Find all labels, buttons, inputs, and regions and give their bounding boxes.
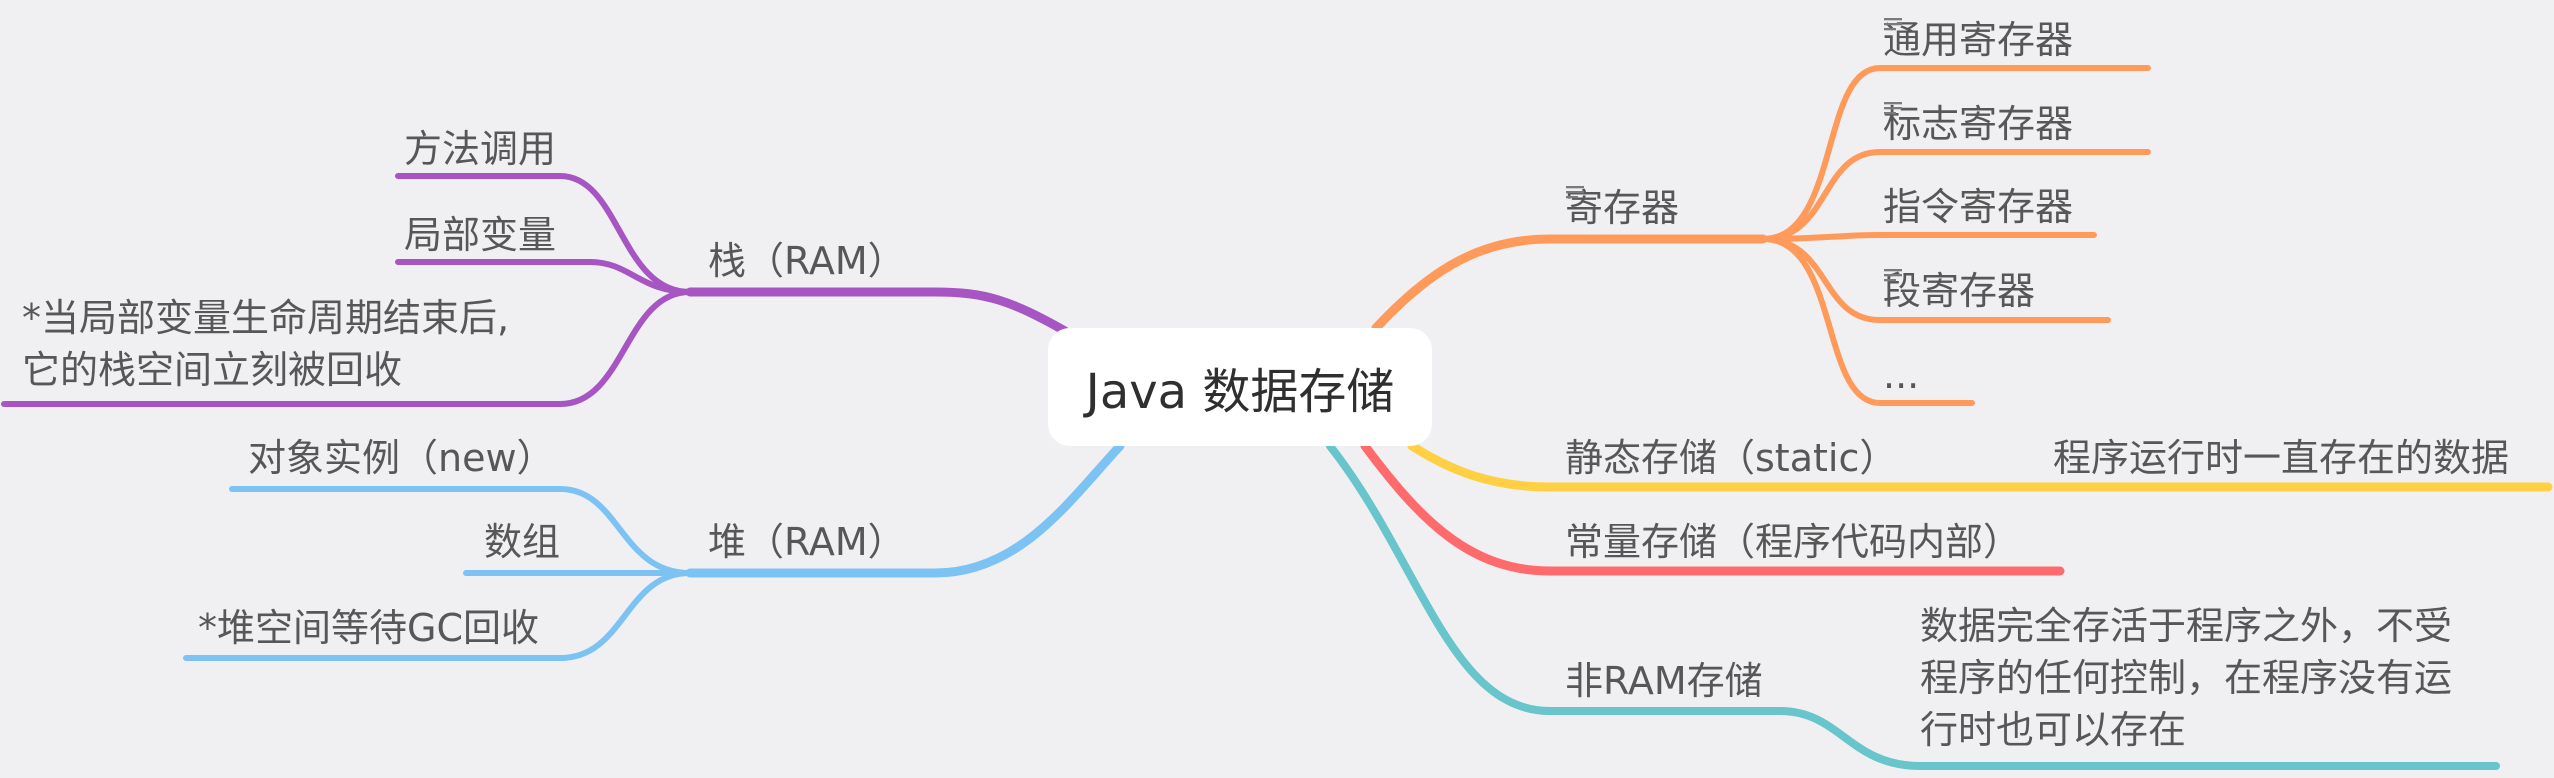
topic-constant-storage[interactable]: 常量存储（程序代码内部） — [1565, 517, 2021, 567]
subtopic-non-ram-description[interactable]: 数据完全存活于程序之外，不受程序的任何控制，在程序没有运行时也可以存在 — [1920, 600, 2480, 756]
subtopic-heap-gc-note[interactable]: *堆空间等待GC回收 — [198, 603, 539, 653]
mind-map-canvas: Java 数据存储 栈（RAM） 方法调用 局部变量 *当局部变量生命周期结束后… — [0, 0, 2554, 778]
subtopic-more[interactable]: ... — [1883, 350, 1919, 400]
register-child-line-3 — [1760, 232, 2097, 242]
subtopic-stack-reclaim-note[interactable]: *当局部变量生命周期结束后, 它的栈空间立刻被回收 — [22, 292, 562, 396]
subtopic-flag-register-label: 标志寄存器 — [1883, 102, 2074, 146]
heap-child-line-1 — [229, 486, 693, 576]
subtopic-method-call[interactable]: 方法调用 — [404, 124, 556, 174]
stack-child-line-2 — [395, 259, 693, 295]
subtopic-array[interactable]: 数组 — [484, 517, 560, 567]
subtopic-static-lifetime[interactable]: 程序运行时一直存在的数据 — [2053, 433, 2509, 483]
topic-heap[interactable]: 堆（RAM） — [708, 517, 906, 567]
subtopic-segment-register-label: 段寄存器 — [1883, 269, 2036, 313]
subtopic-local-variables[interactable]: 局部变量 — [404, 210, 556, 260]
register-main-line — [1371, 234, 1768, 333]
topic-non-ram-storage[interactable]: 非RAM存储 — [1565, 656, 1763, 706]
subtopic-general-register[interactable]: 通用寄存器 — [1883, 15, 2087, 65]
subtopic-object-instance[interactable]: 对象实例（new） — [248, 433, 555, 483]
subtopic-flag-register[interactable]: 标志寄存器 — [1883, 99, 2087, 149]
topic-register[interactable]: 寄存器 — [1565, 183, 1693, 233]
stack-main-line — [685, 287, 1070, 336]
central-topic[interactable]: Java 数据存储 — [1048, 328, 1432, 446]
topic-stack[interactable]: 栈（RAM） — [708, 236, 906, 286]
subtopic-instruction-register[interactable]: 指令寄存器 — [1883, 182, 2073, 232]
topic-static-storage[interactable]: 静态存储（static） — [1565, 433, 1897, 483]
subtopic-segment-register[interactable]: 段寄存器 — [1883, 266, 2049, 316]
subtopic-general-register-label: 通用寄存器 — [1883, 18, 2074, 62]
